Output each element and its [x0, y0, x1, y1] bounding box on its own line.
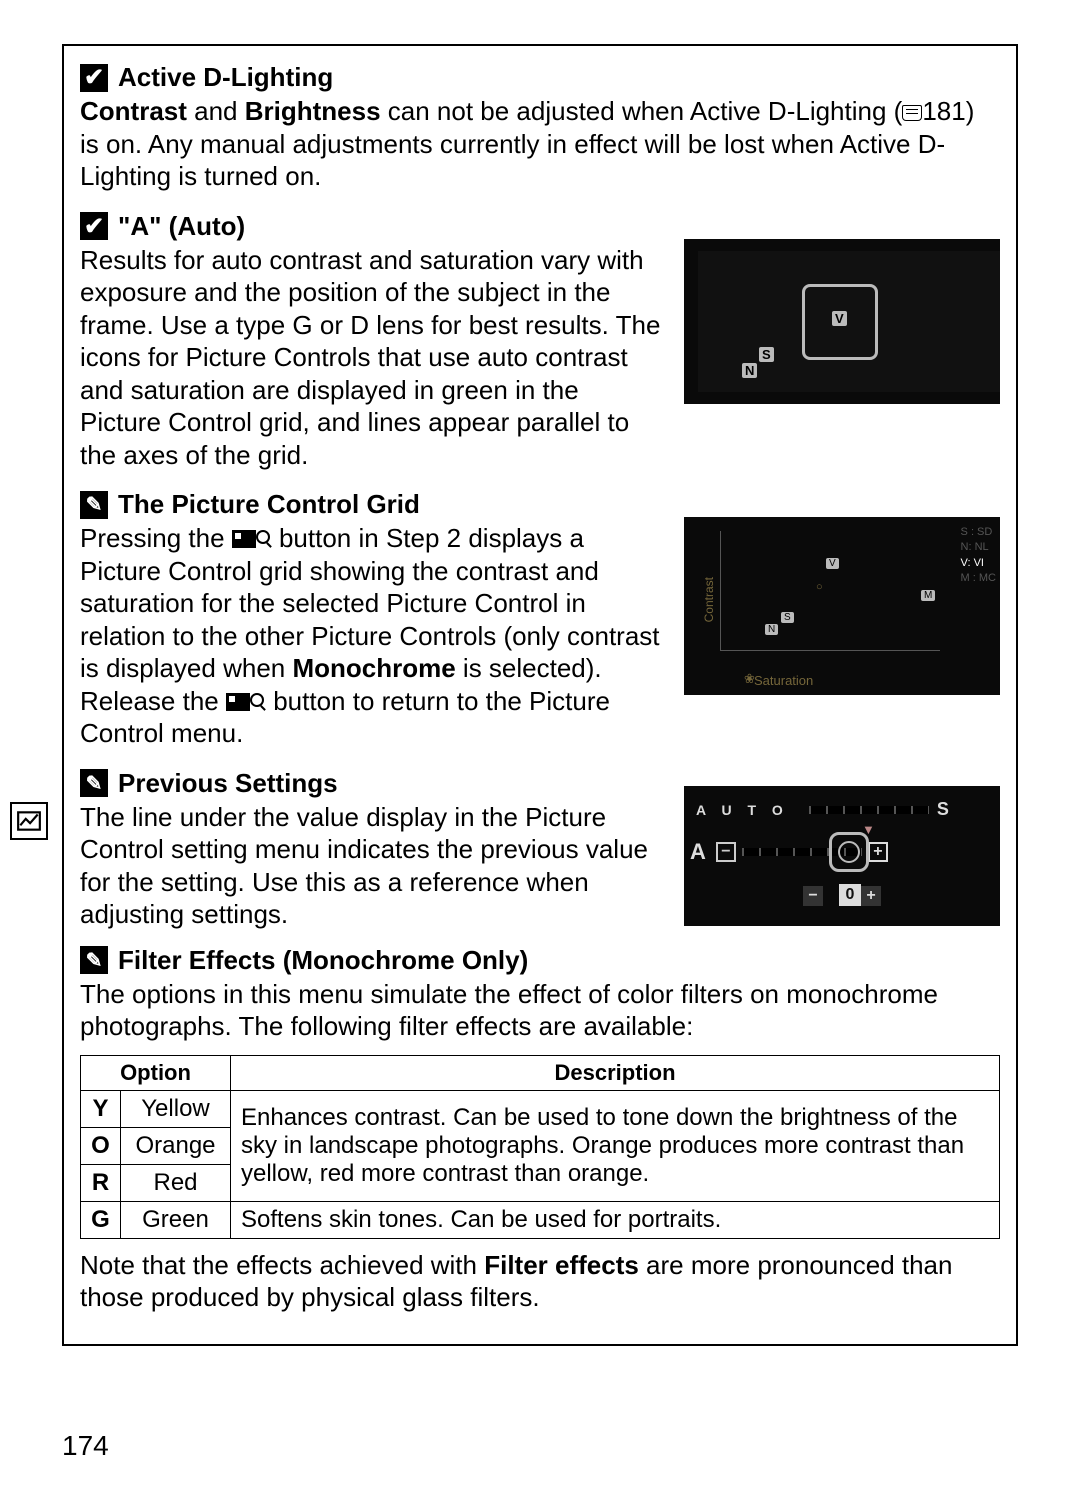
plus-icon: + [868, 842, 888, 862]
note-pencil-icon [80, 769, 108, 797]
filter-note: Note that the effects achieved with Filt… [80, 1249, 1000, 1314]
heading-a-auto: "A" (Auto) [80, 211, 666, 242]
heading-active-d-lighting: Active D-Lighting [80, 62, 1000, 93]
heading-previous-settings: Previous Settings [80, 768, 666, 799]
table-header-row: Option Description [81, 1055, 1000, 1090]
thumbnail-zoom-button-icon [232, 530, 272, 550]
screenshot-grid-zoom: V S N [684, 239, 1000, 404]
grid-legend: S : SD N: NL V: VI M : MC [961, 525, 996, 587]
minus-icon: − [716, 842, 736, 862]
bold-filter-effects: Filter effects [484, 1250, 639, 1280]
slider-dial-icon [829, 832, 869, 872]
heading-text: Previous Settings [118, 768, 338, 799]
warn-check-icon [80, 212, 108, 240]
page-content-box: Active D-Lighting Contrast and Brightnes… [62, 44, 1018, 1346]
note-pencil-icon [80, 491, 108, 519]
table-row: G Green Softens skin tones. Can be used … [81, 1201, 1000, 1238]
note-pencil-icon [80, 946, 108, 974]
body-active-d-lighting: Contrast and Brightness can not be adjus… [80, 95, 1000, 193]
body-a-auto: Results for auto contrast and saturation… [80, 244, 666, 472]
filter-effects-table: Option Description Y Yellow Enhances con… [80, 1055, 1000, 1239]
table-row: Y Yellow Enhances contrast. Can be used … [81, 1090, 1000, 1127]
bold-contrast: Contrast [80, 96, 187, 126]
page-number: 174 [62, 1430, 109, 1462]
page-ref-icon [902, 105, 922, 121]
bold-monochrome: Monochrome [292, 653, 455, 683]
heading-text: Filter Effects (Monochrome Only) [118, 945, 528, 976]
heading-filter-effects: Filter Effects (Monochrome Only) [80, 945, 1000, 976]
screenshot-grid-overview: Contrast V ○ M S N ❀ Saturation S : SD N… [684, 517, 1000, 695]
warn-check-icon [80, 64, 108, 92]
side-tab-icon [10, 802, 48, 840]
body-filter-effects: The options in this menu simulate the ef… [80, 978, 1000, 1043]
heading-text: "A" (Auto) [118, 211, 245, 242]
thumbnail-zoom-button-icon [226, 693, 266, 713]
body-previous-settings: The line under the value display in the … [80, 801, 666, 931]
heading-text: Active D-Lighting [118, 62, 333, 93]
screenshot-slider: A U T O S A − + − + 0 ▼ [684, 786, 1000, 926]
th-description: Description [231, 1055, 1000, 1090]
bold-brightness: Brightness [245, 96, 381, 126]
body-picture-control-grid: Pressing the button in Step 2 displays a… [80, 522, 666, 750]
heading-text: The Picture Control Grid [118, 489, 420, 520]
th-option: Option [81, 1055, 231, 1090]
heading-picture-control-grid: The Picture Control Grid [80, 489, 666, 520]
